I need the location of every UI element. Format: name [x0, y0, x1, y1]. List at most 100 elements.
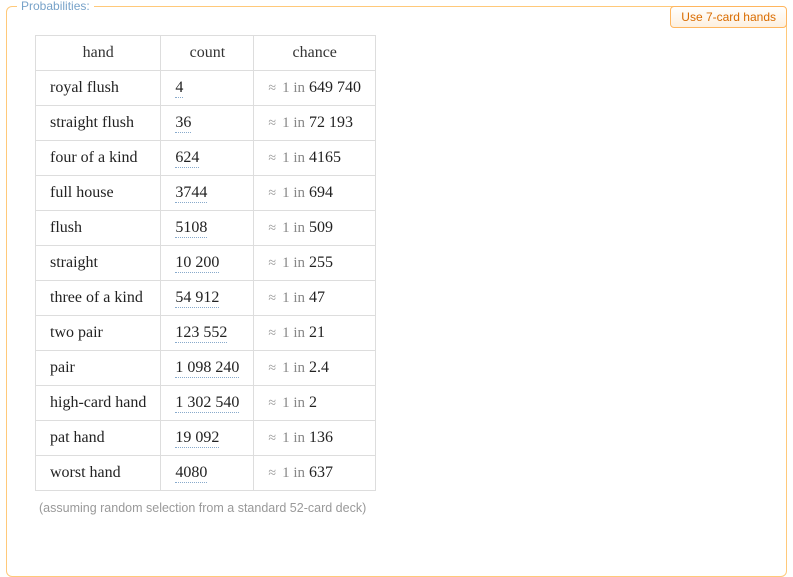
table-row: full house 3744 ≈1 in 694	[36, 176, 376, 211]
probabilities-table: hand count chance royal flush 4 ≈1 in 649 …	[35, 35, 376, 491]
chance-cell: ≈1 in 255	[254, 246, 376, 281]
hand-name-cell: three of a kind	[36, 281, 161, 316]
panel-content: hand count chance royal flush 4 ≈1 in 649 …	[7, 7, 786, 515]
one-in-prefix: 1 in	[282, 255, 305, 271]
approx-symbol: ≈	[268, 396, 276, 411]
chance-cell: ≈1 in 509	[254, 211, 376, 246]
one-in-prefix: 1 in	[282, 220, 305, 236]
one-in-prefix: 1 in	[282, 360, 305, 376]
count-cell: 36	[161, 106, 254, 141]
table-row: three of a kind 54 912 ≈1 in 47	[36, 281, 376, 316]
count-value[interactable]: 1 098 240	[175, 359, 239, 378]
count-cell: 5108	[161, 211, 254, 246]
chance-cell: ≈1 in 136	[254, 421, 376, 456]
count-cell: 123 552	[161, 316, 254, 351]
count-cell: 624	[161, 141, 254, 176]
header-hand: hand	[36, 36, 161, 71]
approx-symbol: ≈	[268, 256, 276, 271]
approx-symbol: ≈	[268, 291, 276, 306]
approx-symbol: ≈	[268, 116, 276, 131]
chance-value: 47	[309, 289, 325, 306]
one-in-prefix: 1 in	[282, 80, 305, 96]
approx-symbol: ≈	[268, 431, 276, 446]
chance-cell: ≈1 in 2	[254, 386, 376, 421]
chance-value: 2	[309, 394, 317, 411]
chance-cell: ≈1 in 637	[254, 456, 376, 491]
panel-title: Probabilities:	[17, 0, 94, 13]
hand-name-cell: worst hand	[36, 456, 161, 491]
count-value[interactable]: 5108	[175, 219, 207, 238]
table-row: flush 5108 ≈1 in 509	[36, 211, 376, 246]
count-value[interactable]: 3744	[175, 184, 207, 203]
chance-value: 4165	[309, 149, 341, 166]
count-value[interactable]: 4	[175, 79, 183, 98]
count-value[interactable]: 1 302 540	[175, 394, 239, 413]
one-in-prefix: 1 in	[282, 325, 305, 341]
count-value[interactable]: 10 200	[175, 254, 219, 273]
count-cell: 1 302 540	[161, 386, 254, 421]
chance-cell: ≈1 in 694	[254, 176, 376, 211]
hand-name-cell: royal flush	[36, 71, 161, 106]
count-value[interactable]: 36	[175, 114, 191, 133]
chance-value: 72 193	[309, 114, 353, 131]
hand-name-cell: pair	[36, 351, 161, 386]
one-in-prefix: 1 in	[282, 115, 305, 131]
table-row: high-card hand 1 302 540 ≈1 in 2	[36, 386, 376, 421]
approx-symbol: ≈	[268, 81, 276, 96]
count-value[interactable]: 123 552	[175, 324, 227, 343]
chance-cell: ≈1 in 649 740	[254, 71, 376, 106]
table-row: pat hand 19 092 ≈1 in 136	[36, 421, 376, 456]
count-value[interactable]: 624	[175, 149, 199, 168]
table-row: royal flush 4 ≈1 in 649 740	[36, 71, 376, 106]
table-row: four of a kind 624 ≈1 in 4165	[36, 141, 376, 176]
chance-cell: ≈1 in 47	[254, 281, 376, 316]
chance-cell: ≈1 in 21	[254, 316, 376, 351]
hand-name-cell: flush	[36, 211, 161, 246]
use-7-card-hands-button[interactable]: Use 7-card hands	[670, 6, 787, 28]
count-value[interactable]: 54 912	[175, 289, 219, 308]
approx-symbol: ≈	[268, 361, 276, 376]
chance-cell: ≈1 in 2.4	[254, 351, 376, 386]
count-cell: 10 200	[161, 246, 254, 281]
one-in-prefix: 1 in	[282, 185, 305, 201]
approx-symbol: ≈	[268, 466, 276, 481]
approx-symbol: ≈	[268, 186, 276, 201]
chance-value: 649 740	[309, 79, 361, 96]
count-cell: 3744	[161, 176, 254, 211]
approx-symbol: ≈	[268, 221, 276, 236]
header-count: count	[161, 36, 254, 71]
count-value[interactable]: 19 092	[175, 429, 219, 448]
table-row: two pair 123 552 ≈1 in 21	[36, 316, 376, 351]
count-cell: 1 098 240	[161, 351, 254, 386]
hand-name-cell: high-card hand	[36, 386, 161, 421]
table-row: straight 10 200 ≈1 in 255	[36, 246, 376, 281]
hand-name-cell: full house	[36, 176, 161, 211]
table-row: worst hand 4080 ≈1 in 637	[36, 456, 376, 491]
chance-value: 136	[309, 429, 333, 446]
approx-symbol: ≈	[268, 151, 276, 166]
chance-value: 637	[309, 464, 333, 481]
approx-symbol: ≈	[268, 326, 276, 341]
one-in-prefix: 1 in	[282, 430, 305, 446]
chance-value: 694	[309, 184, 333, 201]
one-in-prefix: 1 in	[282, 395, 305, 411]
count-cell: 4	[161, 71, 254, 106]
hand-name-cell: four of a kind	[36, 141, 161, 176]
footnote-text: (assuming random selection from a standa…	[35, 491, 786, 515]
chance-value: 255	[309, 254, 333, 271]
one-in-prefix: 1 in	[282, 150, 305, 166]
table-row: straight flush 36 ≈1 in 72 193	[36, 106, 376, 141]
hand-name-cell: straight flush	[36, 106, 161, 141]
chance-value: 2.4	[309, 359, 329, 376]
hand-name-cell: two pair	[36, 316, 161, 351]
hand-name-cell: pat hand	[36, 421, 161, 456]
chance-value: 21	[309, 324, 325, 341]
count-cell: 54 912	[161, 281, 254, 316]
table-header-row: hand count chance	[36, 36, 376, 71]
count-cell: 4080	[161, 456, 254, 491]
count-value[interactable]: 4080	[175, 464, 207, 483]
probabilities-panel: Probabilities: Use 7-card hands hand cou…	[6, 6, 787, 577]
chance-cell: ≈1 in 4165	[254, 141, 376, 176]
header-chance: chance	[254, 36, 376, 71]
hand-name-cell: straight	[36, 246, 161, 281]
